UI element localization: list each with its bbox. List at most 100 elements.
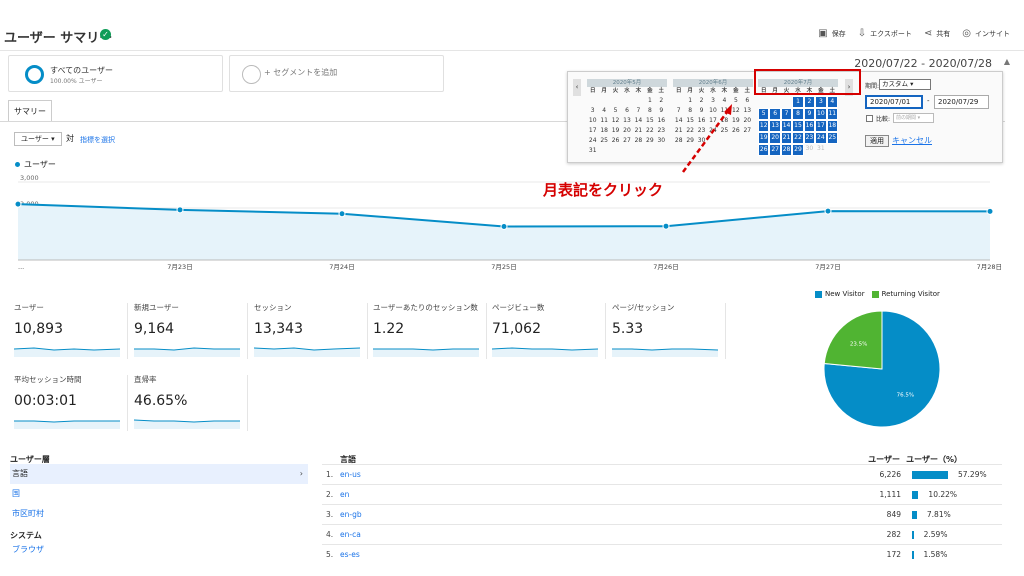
calendar-day[interactable]: 10 <box>587 116 598 126</box>
visitor-pie-chart[interactable]: 76.5% 23.5% <box>822 309 942 429</box>
calendar-day[interactable]: 6 <box>742 96 753 106</box>
calendar-day[interactable]: 16 <box>656 116 667 126</box>
language-link[interactable]: en-ca <box>340 525 361 545</box>
users-line-chart[interactable]: 3,0002,0001,000...7月23日7月24日7月25日7月26日7月… <box>0 174 1005 274</box>
calendar-day[interactable]: 6 <box>769 108 781 120</box>
calendar-day[interactable]: 12 <box>610 116 621 126</box>
calendar-day[interactable]: 24 <box>815 132 827 144</box>
nav-city[interactable]: 市区町村 <box>10 504 308 524</box>
calendar-day[interactable]: 30 <box>656 136 667 146</box>
nav-browser[interactable]: ブラウザ <box>10 540 44 560</box>
data-point[interactable] <box>14 200 22 208</box>
calendar-day[interactable]: 21 <box>780 132 793 144</box>
calendar-day[interactable]: 7 <box>633 106 644 116</box>
share-button[interactable]: ⋖ 共有 <box>924 28 950 39</box>
calendar-day[interactable]: 27 <box>742 126 753 136</box>
data-point[interactable] <box>986 207 994 215</box>
calendar-day[interactable]: 23 <box>656 126 667 136</box>
choose-metric-link[interactable]: 指標を選択 <box>80 135 115 145</box>
calendar-day[interactable]: 8 <box>644 106 655 116</box>
calendar-day[interactable]: 27 <box>769 144 781 156</box>
calendar-day[interactable]: 3 <box>815 96 827 108</box>
calendar-day[interactable]: 26 <box>758 144 770 156</box>
scroll-up-icon[interactable]: ▲ <box>1004 57 1010 66</box>
calendar-day[interactable]: 1 <box>644 96 655 106</box>
calendar-day[interactable]: 31 <box>587 146 598 156</box>
export-button[interactable]: ⇩ エクスポート <box>858 28 912 39</box>
data-point[interactable] <box>500 222 508 230</box>
calendar-day[interactable]: 20 <box>742 116 753 126</box>
calendar-day[interactable]: 22 <box>792 132 804 144</box>
calendar-day[interactable]: 2 <box>656 96 667 106</box>
calendar-day[interactable]: 25 <box>826 132 838 144</box>
calendar-day[interactable]: 8 <box>792 108 804 120</box>
calendar-day[interactable]: 24 <box>587 136 598 146</box>
calendar-day[interactable]: 29 <box>644 136 655 146</box>
segment-all-users[interactable]: すべてのユーザー 100.00% ユーザー <box>8 55 223 92</box>
calendar-day[interactable]: 9 <box>803 108 816 120</box>
calendar-month-header[interactable]: 2020年6月 <box>673 79 753 87</box>
calendar-day[interactable]: 4 <box>598 106 609 116</box>
calendar-day[interactable]: 18 <box>826 120 838 132</box>
calendar-day[interactable]: 23 <box>803 132 816 144</box>
nav-language[interactable]: 言語 › <box>10 464 308 484</box>
cancel-link[interactable]: キャンセル <box>892 135 932 146</box>
language-link[interactable]: en-us <box>340 465 361 485</box>
start-date-input[interactable]: 2020/07/01 <box>865 95 923 109</box>
calendar-day[interactable]: 5 <box>758 108 770 120</box>
data-point[interactable] <box>824 207 832 215</box>
calendar-day[interactable]: 31 <box>815 144 826 156</box>
calendar-day[interactable]: 19 <box>610 126 621 136</box>
add-segment-button[interactable]: + セグメントを追加 <box>229 55 444 92</box>
stat-card[interactable]: 新規ユーザー 9,164 <box>134 303 246 363</box>
calendar-day[interactable]: 6 <box>621 106 632 116</box>
calendar-day[interactable]: 28 <box>633 136 644 146</box>
compare-checkbox[interactable] <box>866 115 873 122</box>
language-link[interactable]: en-gb <box>340 505 362 525</box>
calendar-day[interactable]: 2 <box>803 96 816 108</box>
calendar-day[interactable]: 19 <box>758 132 770 144</box>
calendar-day[interactable]: 27 <box>621 136 632 146</box>
calendar-day[interactable]: 1 <box>792 96 804 108</box>
calendar-day[interactable]: 12 <box>758 120 770 132</box>
calendar-day[interactable]: 15 <box>644 116 655 126</box>
end-date-input[interactable]: 2020/07/29 <box>934 95 989 109</box>
calendar-day[interactable]: 26 <box>610 136 621 146</box>
data-point[interactable] <box>662 222 670 230</box>
data-point[interactable] <box>338 210 346 218</box>
data-point[interactable] <box>176 206 184 214</box>
calendar-day[interactable]: 7 <box>780 108 793 120</box>
calendar-day[interactable]: 4 <box>826 96 838 108</box>
calendar-day[interactable]: 18 <box>598 126 609 136</box>
calendar-day[interactable]: 22 <box>644 126 655 136</box>
language-link[interactable]: es-es <box>340 545 360 565</box>
insights-button[interactable]: ◎ インサイト <box>962 28 1010 39</box>
calendar-day[interactable]: 28 <box>780 144 793 156</box>
calendar-day[interactable]: 5 <box>610 106 621 116</box>
stat-card[interactable]: ユーザーあたりのセッション数 1.22 <box>373 303 485 363</box>
calendar-day[interactable]: 17 <box>815 120 827 132</box>
period-select[interactable]: カスタム ▾ <box>879 79 931 90</box>
compare-select[interactable]: 前の期間 ▾ <box>893 113 934 123</box>
stat-card[interactable]: 平均セッション時間 00:03:01 <box>14 375 126 435</box>
calendar-day[interactable]: 13 <box>621 116 632 126</box>
metric-select[interactable]: ユーザー ▾ <box>14 132 62 146</box>
calendar-day[interactable]: 14 <box>633 116 644 126</box>
calendar-day[interactable]: 16 <box>803 120 816 132</box>
calendar-day[interactable]: 13 <box>742 106 753 116</box>
tab-summary[interactable]: サマリー <box>8 100 52 122</box>
date-range-picker[interactable]: 2020/07/22 - 2020/07/28 <box>854 57 992 70</box>
calendar-day[interactable]: 20 <box>769 132 781 144</box>
calendar-prev-button[interactable]: ‹ <box>573 79 581 96</box>
save-button[interactable]: ▣ 保存 <box>818 28 845 39</box>
calendar-day[interactable]: 17 <box>587 126 598 136</box>
calendar-day[interactable]: 10 <box>815 108 827 120</box>
stat-card[interactable]: ユーザー 10,893 <box>14 303 126 363</box>
calendar-day[interactable]: 21 <box>633 126 644 136</box>
calendar-day[interactable]: 11 <box>826 108 838 120</box>
calendar-day[interactable]: 15 <box>792 120 804 132</box>
nav-country[interactable]: 国 <box>10 484 308 504</box>
stat-card[interactable]: 直帰率 46.65% <box>134 375 246 435</box>
calendar-day[interactable]: 20 <box>621 126 632 136</box>
calendar-day[interactable]: 11 <box>598 116 609 126</box>
